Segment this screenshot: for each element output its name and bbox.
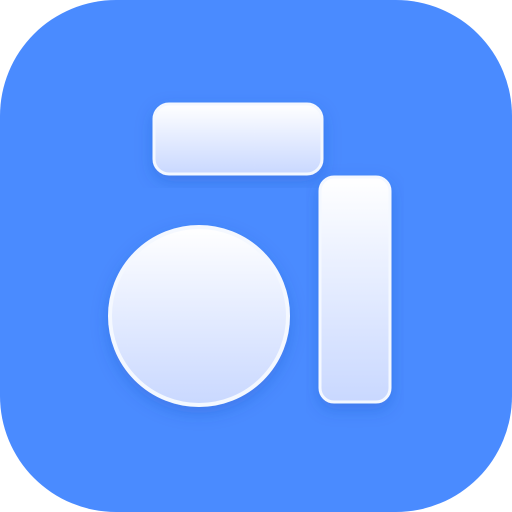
circle-shape bbox=[108, 225, 290, 407]
vertical-bar-shape bbox=[318, 175, 392, 404]
horizontal-bar-shape bbox=[152, 102, 324, 176]
icon-stage bbox=[0, 0, 512, 512]
shapes-icon bbox=[0, 0, 512, 512]
app-icon[interactable] bbox=[0, 0, 512, 512]
